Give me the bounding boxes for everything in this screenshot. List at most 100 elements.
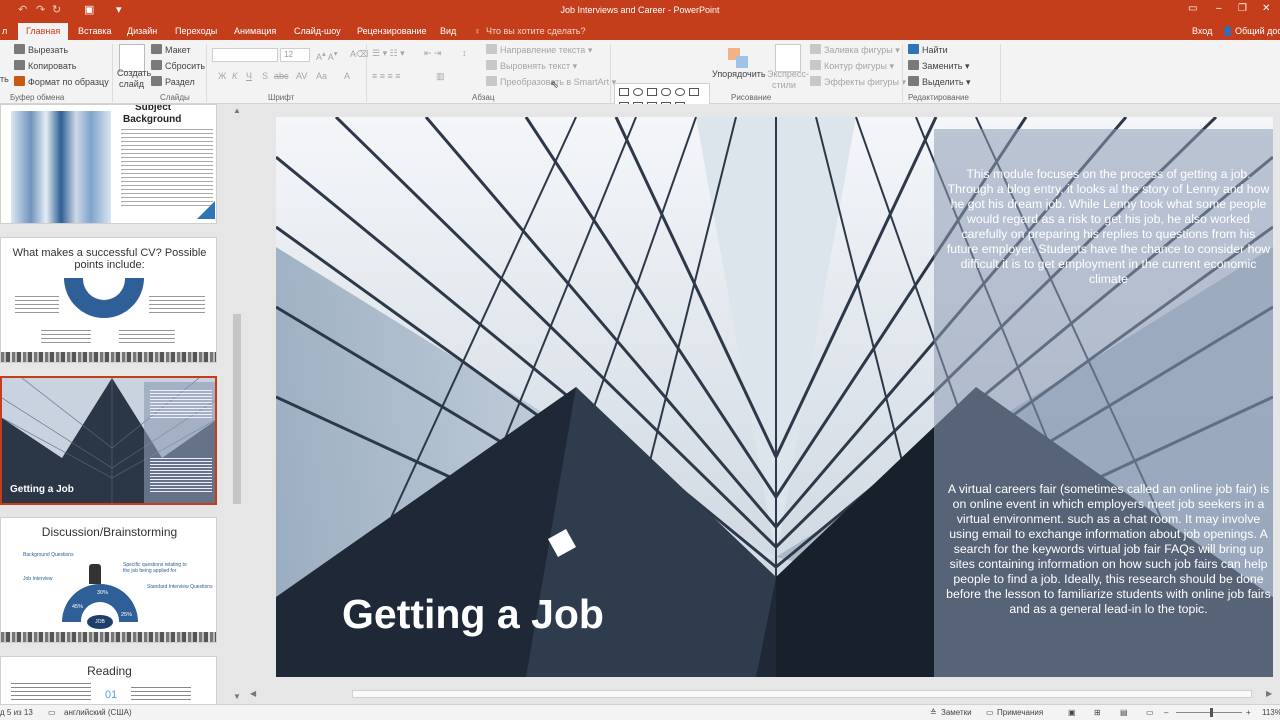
scroll-up-icon[interactable]: ▲	[233, 106, 241, 115]
slide-thumbnail-8[interactable]: Reading 01	[0, 656, 217, 704]
format-painter-button[interactable]: Формат по образцу	[14, 76, 109, 87]
close-icon[interactable]: ✕	[1262, 3, 1270, 14]
slide-thumbnail-7[interactable]: Discussion/Brainstorming JOB 30% 45% 25%…	[0, 517, 217, 643]
thumbnail-scrollbar[interactable]: ▲ ▼	[231, 104, 243, 704]
smartart-icon	[486, 76, 497, 86]
indent-icon[interactable]: ⇤ ⇥	[424, 48, 442, 59]
replace-button[interactable]: Заменить ▾	[908, 60, 969, 72]
arrange-button[interactable]: Упорядочить	[712, 69, 766, 79]
zoom-level[interactable]: 113%	[1262, 708, 1280, 717]
underline-button[interactable]: Ч	[246, 71, 252, 81]
share-button[interactable]: Общий дос	[1235, 26, 1280, 36]
oval-shape-icon[interactable]	[633, 88, 643, 96]
text-direction-button[interactable]: Направление текста ▾	[486, 44, 592, 56]
zoom-slider[interactable]	[1176, 712, 1242, 713]
font-color-button[interactable]: A	[344, 71, 350, 81]
percent-label: 45%	[72, 604, 84, 610]
tab-transitions[interactable]: Переходы	[175, 26, 217, 36]
shape-outline-button[interactable]: Контур фигуры ▾	[810, 60, 894, 72]
scrollbar-thumb[interactable]	[352, 690, 1252, 698]
notes-button[interactable]: Заметки	[941, 708, 972, 717]
tab-review[interactable]: Рецензирование	[357, 26, 427, 36]
language-indicator[interactable]: английский (США)	[64, 708, 132, 717]
scroll-right-icon[interactable]: ▶	[1266, 689, 1272, 698]
reset-button[interactable]: Сбросить	[151, 60, 205, 71]
scrollbar-thumb[interactable]	[233, 314, 241, 504]
align-text-button[interactable]: Выровнять текст ▾	[486, 60, 577, 72]
shape-fill-button[interactable]: Заливка фигуры ▾	[810, 44, 900, 56]
rectangle-shape-icon[interactable]	[619, 88, 629, 96]
slide-paragraph-2[interactable]: A virtual careers fair (sometimes called…	[946, 482, 1271, 617]
line-shape-icon[interactable]	[647, 88, 657, 96]
font-name-input[interactable]	[212, 48, 278, 62]
font-size-input[interactable]: 12	[280, 48, 310, 62]
spellcheck-icon[interactable]: ▭	[48, 708, 56, 717]
share-icon[interactable]: 👤	[1222, 26, 1233, 37]
section-button[interactable]: Раздел	[151, 76, 195, 87]
tab-file[interactable]: л	[2, 26, 7, 36]
clipboard-group-label: Буфер обмена	[10, 93, 65, 102]
sign-in-link[interactable]: Вход	[1192, 26, 1212, 36]
tab-home[interactable]: Главная	[18, 23, 69, 40]
italic-button[interactable]: К	[232, 71, 237, 81]
line-spacing-icon[interactable]: ↕	[462, 48, 467, 58]
tab-slideshow[interactable]: Слайд-шоу	[294, 26, 341, 36]
copy-button[interactable]: Копировать	[14, 60, 76, 71]
comments-icon[interactable]: ▭	[986, 708, 994, 717]
comments-button[interactable]: Примечания	[997, 708, 1043, 717]
slide-horizontal-scrollbar[interactable]: ◀ ▶	[244, 687, 1280, 701]
tell-me-icon[interactable]: ♀	[474, 26, 481, 36]
slide-thumbnail-4[interactable]: Subject Background	[0, 104, 217, 224]
slideshow-view-icon[interactable]: ▭	[1146, 708, 1154, 717]
job-interview-label: Job Interview	[23, 576, 53, 582]
select-button[interactable]: Выделить ▾	[908, 76, 971, 88]
new-slide-label[interactable]: слайд	[119, 79, 144, 89]
reading-view-icon[interactable]: ▤	[1120, 708, 1128, 717]
group-divider	[206, 44, 207, 102]
slide-thumbnail-5[interactable]: What makes a successful CV? Possible poi…	[0, 237, 217, 363]
notes-icon[interactable]: ≙	[930, 708, 937, 717]
columns-icon[interactable]: ▥	[436, 71, 445, 82]
tab-design[interactable]: Дизайн	[127, 26, 157, 36]
align-icons[interactable]: ≡ ≡ ≡ ≡	[372, 71, 401, 81]
quick-styles-button[interactable]: Экспресс-	[767, 69, 809, 79]
slide-paragraph-1[interactable]: This module focuses on the process of ge…	[946, 167, 1271, 287]
zoom-slider-thumb[interactable]	[1210, 708, 1213, 717]
quick-styles-label[interactable]: стили	[772, 80, 796, 90]
square-shape-icon[interactable]	[689, 88, 699, 96]
circle-shape-icon[interactable]	[675, 88, 685, 96]
percent-label: 30%	[97, 590, 109, 596]
tab-insert[interactable]: Вставка	[78, 26, 111, 36]
change-case-button[interactable]: Aa	[316, 71, 327, 81]
new-slide-button[interactable]: Создать	[117, 68, 151, 78]
scroll-down-icon[interactable]: ▼	[233, 692, 241, 701]
rounded-rect-shape-icon[interactable]	[661, 88, 671, 96]
char-spacing-button[interactable]: AV	[296, 71, 307, 81]
bold-button[interactable]: Ж	[218, 71, 226, 81]
shape-effects-button[interactable]: Эффекты фигуры ▾	[810, 76, 906, 88]
zoom-out-icon[interactable]: –	[1164, 708, 1168, 717]
tab-view[interactable]: Вид	[440, 26, 456, 36]
current-slide[interactable]: This module focuses on the process of ge…	[276, 117, 1273, 677]
ribbon-display-icon[interactable]: ▭	[1188, 3, 1197, 14]
quick-styles-icon[interactable]	[775, 44, 801, 72]
paste-label[interactable]: ть	[0, 74, 9, 84]
slide-title[interactable]: Getting a Job	[342, 591, 604, 638]
tab-animations[interactable]: Анимация	[234, 26, 276, 36]
arrange-icon[interactable]	[728, 44, 754, 72]
minimize-icon[interactable]: –	[1216, 3, 1222, 14]
bullets-icon[interactable]: ☰ ▾ ☷ ▾	[372, 48, 405, 59]
tell-me-box[interactable]: Что вы хотите сделать?	[486, 26, 586, 36]
layout-button[interactable]: Макет	[151, 44, 190, 55]
restore-icon[interactable]: ❐	[1238, 3, 1247, 14]
grow-font-button[interactable]: A▴ A▾	[316, 49, 338, 62]
cut-button[interactable]: Вырезать	[14, 44, 68, 55]
slide-sorter-icon[interactable]: ⊞	[1094, 708, 1101, 717]
find-button[interactable]: Найти	[908, 44, 948, 55]
zoom-in-icon[interactable]: +	[1246, 708, 1251, 717]
strikethrough-button[interactable]: abc	[274, 71, 289, 81]
normal-view-icon[interactable]: ▣	[1068, 708, 1076, 717]
shadow-button[interactable]: S	[262, 71, 268, 81]
scroll-left-icon[interactable]: ◀	[250, 689, 256, 698]
slide-thumbnail-6[interactable]: Getting a Job	[0, 376, 217, 505]
